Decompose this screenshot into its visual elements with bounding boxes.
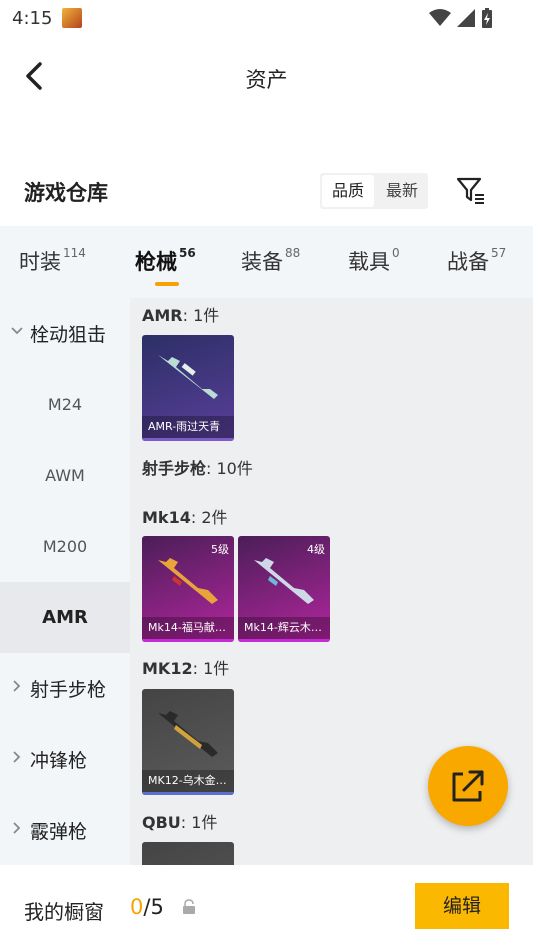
chevron-right-icon — [13, 680, 21, 692]
showcase-label: 我的橱窗 — [24, 900, 104, 924]
chevron-right-icon — [13, 751, 21, 763]
section-name: QBU — [142, 813, 181, 832]
rarity-bar — [238, 639, 330, 642]
tab-vehicles[interactable]: 载具 0 — [348, 246, 400, 276]
sidebar-group-smg[interactable]: 冲锋枪 — [0, 724, 130, 795]
section-name: Mk14 — [142, 508, 191, 527]
tab-label: 装备 — [241, 250, 283, 274]
tab-firearms[interactable]: 枪械 56 — [135, 246, 196, 276]
section-count: 1件 — [203, 659, 230, 678]
signal-icon — [457, 9, 475, 27]
lock-icon — [183, 899, 195, 914]
showcase-bar: 我的橱窗 0/5 编辑 — [0, 865, 533, 948]
weapon-card[interactable]: MK12-乌木金… — [142, 689, 234, 795]
app-notification-icon — [62, 8, 82, 28]
page-title: 资产 — [245, 68, 288, 92]
section-count: 1件 — [191, 813, 218, 832]
weapon-card[interactable]: 4级 Mk14-辉云木… — [238, 536, 330, 642]
tab-label: 枪械 — [135, 250, 177, 274]
tab-supplies[interactable]: 战备 57 — [447, 246, 506, 276]
rifle-icon — [158, 558, 218, 604]
weapon-card-label: Mk14-辉云木… — [238, 617, 330, 639]
rarity-bar — [142, 639, 234, 642]
sort-toggle: 品质 最新 — [320, 173, 428, 209]
status-icons — [429, 8, 493, 28]
weapon-type-sidebar: 栓动狙击 M24 AWM M200 AMR 射手步枪 冲锋枪 霰弹枪 — [0, 298, 130, 865]
sidebar-item-m24[interactable]: M24 — [0, 369, 130, 440]
tab-label: 时装 — [19, 250, 61, 274]
share-button[interactable] — [428, 746, 508, 826]
section-heading-qbu: QBU: 1件 — [142, 813, 218, 832]
sort-option-newest[interactable]: 最新 — [376, 173, 428, 209]
rifle-icon — [158, 711, 218, 757]
section-count: 2件 — [201, 508, 228, 527]
section-title: 游戏仓库 — [24, 181, 108, 205]
battery-icon — [482, 8, 492, 28]
weapon-card[interactable]: 5级 Mk14-福马献… — [142, 536, 234, 642]
app-header: 资产 — [0, 38, 533, 118]
sniper-rifle-icon — [158, 355, 218, 399]
section-name: 射手步枪 — [142, 459, 207, 478]
filter-icon — [456, 177, 484, 204]
section-name: AMR — [142, 306, 183, 325]
showcase-total: /5 — [143, 895, 164, 919]
active-tab-indicator — [155, 282, 179, 286]
section-count: 10件 — [216, 459, 253, 478]
warehouse-header: 游戏仓库 品质 最新 — [0, 168, 533, 216]
weapon-card[interactable]: AMR-雨过天青 — [142, 335, 234, 441]
sidebar-group-marksman[interactable]: 射手步枪 — [0, 653, 130, 724]
weapon-card-label: MK12-乌木金… — [142, 770, 234, 792]
sidebar-group-label: 冲锋枪 — [30, 750, 88, 772]
rifle-icon — [254, 558, 314, 604]
section-heading-marksman: 射手步枪: 10件 — [142, 459, 253, 478]
section-heading-mk14: Mk14: 2件 — [142, 508, 228, 527]
section-heading-mk12: MK12: 1件 — [142, 659, 230, 678]
sidebar-group-label: 射手步枪 — [30, 679, 107, 701]
rarity-bar — [142, 792, 234, 795]
share-icon — [452, 770, 484, 802]
sort-option-quality[interactable]: 品质 — [322, 175, 374, 207]
sidebar-item-m200[interactable]: M200 — [0, 511, 130, 582]
showcase-count: 0/5 — [130, 895, 164, 919]
sidebar-item-amr[interactable]: AMR — [0, 582, 130, 653]
weapon-card[interactable] — [142, 842, 234, 865]
status-time: 4:15 — [12, 8, 53, 29]
weapon-card-label: Mk14-福马献… — [142, 617, 234, 639]
status-bar: 4:15 — [0, 0, 533, 38]
chevron-right-icon — [13, 822, 21, 834]
rarity-bar — [142, 438, 234, 441]
sidebar-group-shotgun[interactable]: 霰弹枪 — [0, 795, 130, 865]
showcase-used: 0 — [130, 895, 144, 919]
edit-button[interactable]: 编辑 — [415, 883, 509, 929]
tab-count: 88 — [285, 246, 301, 260]
chevron-down-icon — [11, 327, 23, 335]
weapon-card-label: AMR-雨过天青 — [142, 416, 234, 438]
tab-count: 56 — [179, 246, 196, 260]
tab-equipment[interactable]: 装备 88 — [241, 246, 300, 276]
filter-button[interactable] — [454, 173, 488, 207]
tab-count: 0 — [392, 246, 400, 260]
tab-label: 战备 — [447, 250, 489, 274]
section-heading-amr: AMR: 1件 — [142, 306, 220, 325]
sidebar-group-label: 霰弹枪 — [30, 821, 88, 843]
category-tabs: 时装 114 枪械 56 装备 88 载具 0 战备 57 — [0, 226, 533, 298]
tab-count: 57 — [491, 246, 507, 260]
tab-fashion[interactable]: 时装 114 — [19, 246, 86, 276]
sidebar-group-bolt-sniper[interactable]: 栓动狙击 — [0, 298, 130, 369]
sidebar-group-label: 栓动狙击 — [30, 324, 107, 346]
sidebar-item-awm[interactable]: AWM — [0, 440, 130, 511]
wifi-icon — [429, 9, 451, 26]
tab-count: 114 — [63, 246, 86, 260]
section-name: MK12 — [142, 659, 193, 678]
section-count: 1件 — [193, 306, 220, 325]
tab-label: 载具 — [348, 250, 390, 274]
